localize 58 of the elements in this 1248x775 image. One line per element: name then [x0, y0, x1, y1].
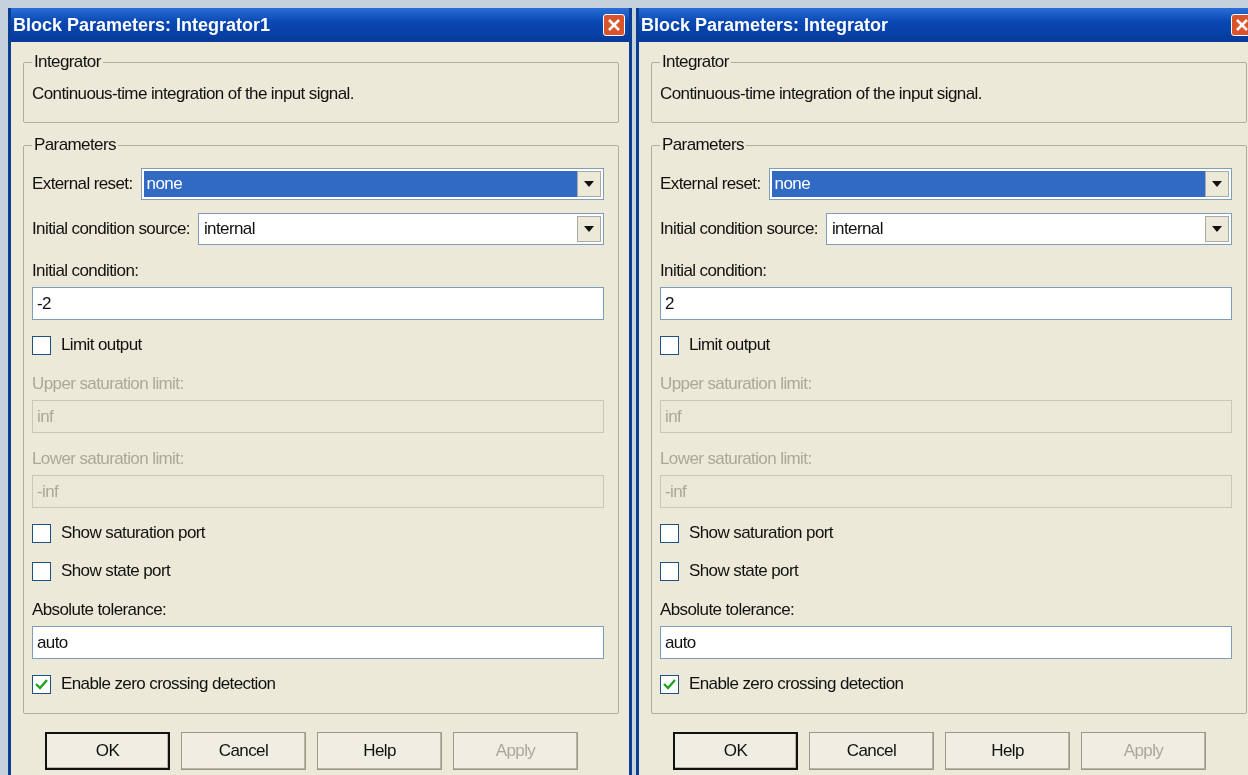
input-field[interactable]: -2	[32, 287, 604, 320]
close-button[interactable]	[1231, 14, 1248, 36]
field-label: Initial condition source:	[660, 218, 818, 239]
group-title: Parameters	[661, 135, 745, 155]
field-label: External reset:	[32, 173, 133, 194]
field-label: External reset:	[660, 173, 761, 194]
input-field[interactable]: 2	[660, 287, 1232, 320]
window-title: Block Parameters: Integrator1	[13, 14, 271, 36]
field-label: Initial condition:	[660, 260, 768, 282]
checkbox-label: Show state port	[689, 561, 799, 581]
dialog-button[interactable]: Help	[945, 732, 1070, 770]
checkbox-label: Limit output	[61, 335, 142, 355]
dialog-button[interactable]: OK	[673, 732, 798, 770]
close-icon	[608, 19, 620, 31]
field-label: Absolute tolerance:	[32, 599, 168, 621]
checkbox[interactable]	[660, 335, 679, 355]
field-label: Initial condition:	[32, 260, 140, 282]
field-label: Initial condition source:	[32, 218, 190, 239]
input-field[interactable]: auto	[32, 626, 604, 659]
input-field[interactable]: auto	[660, 626, 1232, 659]
checkbox[interactable]	[660, 674, 679, 694]
checkbox[interactable]	[660, 523, 679, 543]
checkbox[interactable]	[32, 335, 51, 355]
description-text: Continuous-time integration of the input signal.	[660, 83, 983, 105]
dropdown[interactable]: internal	[825, 212, 1232, 245]
window-title: Block Parameters: Integrator	[641, 14, 889, 36]
checkbox[interactable]	[32, 674, 51, 694]
dialog-button[interactable]: Cancel	[181, 732, 306, 770]
close-icon	[1236, 19, 1248, 31]
checkbox-label: Enable zero crossing detection	[61, 674, 276, 694]
field-label: Lower saturation limit:	[32, 448, 185, 470]
group-title: Integrator	[661, 52, 730, 72]
dropdown[interactable]: none	[768, 167, 1232, 200]
field-label: Upper saturation limit:	[32, 373, 185, 395]
checkbox-label: Show state port	[61, 561, 171, 581]
dropdown-arrow-icon	[584, 180, 594, 187]
field-label: Absolute tolerance:	[660, 599, 796, 621]
field-label: Lower saturation limit:	[660, 448, 813, 470]
dropdown[interactable]: none	[140, 167, 604, 200]
dialog-button[interactable]: OK	[45, 732, 170, 770]
dropdown[interactable]: internal	[197, 212, 604, 245]
dialog-button[interactable]: Cancel	[809, 732, 934, 770]
dialog-button[interactable]: Help	[317, 732, 442, 770]
checkbox[interactable]	[32, 523, 51, 543]
checkbox-label: Show saturation port	[689, 523, 833, 543]
dropdown-arrow-icon	[1212, 180, 1222, 187]
description-text: Continuous-time integration of the input signal.	[32, 83, 355, 105]
close-button[interactable]	[603, 14, 625, 36]
checkbox-label: Enable zero crossing detection	[689, 674, 904, 694]
checkbox-label: Show saturation port	[61, 523, 205, 543]
dropdown-arrow-icon	[1212, 225, 1222, 232]
dropdown-arrow-icon	[584, 225, 594, 232]
group-title: Integrator	[33, 52, 102, 72]
checkbox[interactable]	[32, 561, 51, 581]
checkbox-label: Limit output	[689, 335, 770, 355]
group-title: Parameters	[33, 135, 117, 155]
field-label: Upper saturation limit:	[660, 373, 813, 395]
checkbox[interactable]	[660, 561, 679, 581]
